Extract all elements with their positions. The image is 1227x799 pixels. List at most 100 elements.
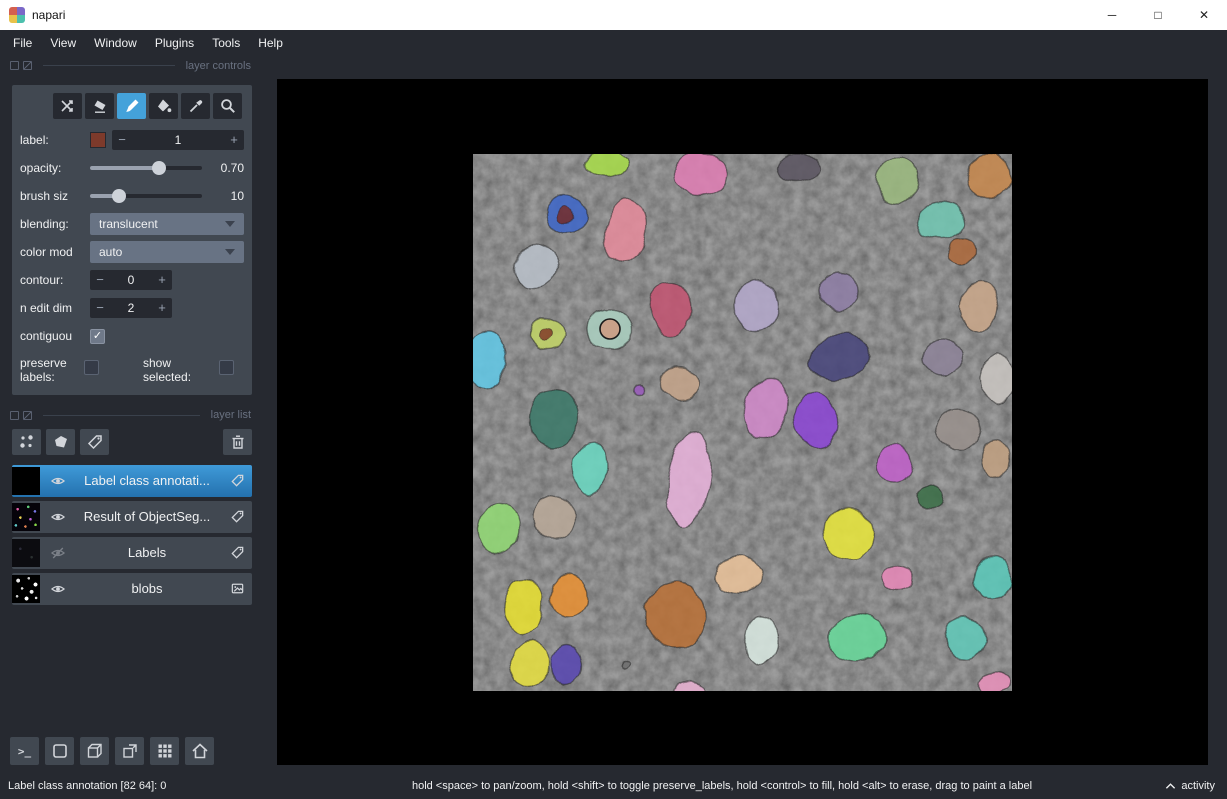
status-coordinates: Label class annotation [82 64]: 0 (8, 780, 166, 792)
label-value[interactable]: 1 (132, 133, 224, 147)
cube-icon (85, 741, 105, 761)
n-edit-dim-decrement-button[interactable]: − (90, 298, 110, 318)
activity-button[interactable]: activity (1165, 780, 1215, 792)
menu-window[interactable]: Window (85, 32, 146, 54)
segmented-blob (960, 281, 998, 331)
contiguous-checkbox[interactable] (90, 329, 105, 344)
label-increment-button[interactable]: + (224, 130, 244, 150)
segmented-blob (923, 340, 963, 374)
color-mode-dropdown[interactable]: auto (90, 241, 244, 263)
layer-row-2[interactable]: Labels (12, 537, 252, 569)
window-title: napari (32, 8, 65, 22)
home-reset-view-button[interactable] (185, 737, 214, 765)
segmented-blob (505, 579, 543, 633)
label-spinbox[interactable]: − 1 + (112, 130, 244, 150)
segmented-blob (585, 154, 627, 177)
opacity-slider[interactable] (90, 158, 202, 178)
grid-view-button[interactable] (150, 737, 179, 765)
brush-size-slider[interactable] (90, 186, 202, 206)
layer-visibility-toggle[interactable] (44, 509, 72, 525)
layer-row-3[interactable]: blobs (12, 573, 252, 605)
segmented-blob (775, 154, 819, 182)
segmented-blob (550, 646, 582, 684)
tag-icon (230, 473, 245, 488)
tool-pan-zoom[interactable] (213, 93, 242, 119)
maximize-button[interactable]: □ (1135, 0, 1181, 30)
n-edit-dim-value[interactable]: 2 (110, 301, 152, 315)
new-points-layer-button[interactable] (12, 429, 41, 455)
viewer-buttons: >_ (0, 737, 277, 772)
contour-spinbox[interactable]: − 0 + (90, 270, 172, 290)
contour-increment-button[interactable]: + (152, 270, 172, 290)
menu-file[interactable]: File (4, 32, 41, 54)
tag-icon (86, 433, 104, 451)
layer-name: blobs (72, 581, 222, 596)
tool-color-picker[interactable] (181, 93, 210, 119)
contour-decrement-button[interactable]: − (90, 270, 110, 290)
dock-float-icon[interactable] (10, 61, 19, 70)
delete-layer-button[interactable] (223, 429, 252, 455)
home-icon (190, 741, 210, 761)
label-color-swatch[interactable] (90, 132, 106, 148)
menu-plugins[interactable]: Plugins (146, 32, 203, 54)
show-selected-checkbox[interactable] (219, 360, 234, 375)
close-button[interactable]: ✕ (1181, 0, 1227, 30)
menu-tools[interactable]: Tools (203, 32, 249, 54)
console-icon: >_ (18, 745, 31, 758)
layer-visibility-toggle[interactable] (44, 581, 72, 597)
segmented-blob (977, 672, 1011, 691)
image-layer-type-icon (222, 581, 252, 596)
menu-bar: File View Window Plugins Tools Help (0, 30, 1227, 55)
tool-shuffle-colors[interactable] (53, 93, 82, 119)
paintbrush-icon (123, 97, 141, 115)
segmented-blob (945, 617, 987, 659)
layer-row-1[interactable]: Result of ObjectSeg... (12, 501, 252, 533)
opacity-slider-handle[interactable] (152, 161, 166, 175)
chevron-down-icon (225, 221, 235, 227)
new-shapes-layer-button[interactable] (46, 429, 75, 455)
tool-eraser[interactable] (85, 93, 114, 119)
n-edit-dim-spinbox[interactable]: − 2 + (90, 298, 172, 318)
menu-view[interactable]: View (41, 32, 85, 54)
new-labels-layer-button[interactable] (80, 429, 109, 455)
blending-row: blending: translucent (20, 210, 244, 238)
menu-help[interactable]: Help (249, 32, 292, 54)
transpose-dimensions-button[interactable] (115, 737, 144, 765)
preserve-labels-checkbox[interactable] (84, 360, 99, 375)
dock-float-icon[interactable] (10, 411, 19, 420)
layer-controls-header: layer controls (0, 55, 277, 73)
brush-size-slider-handle[interactable] (112, 189, 126, 203)
label-decrement-button[interactable]: − (112, 130, 132, 150)
segmented-blob (534, 497, 576, 539)
tool-fill-bucket[interactable] (149, 93, 178, 119)
console-button[interactable]: >_ (10, 737, 39, 765)
n-edit-dim-increment-button[interactable]: + (152, 298, 172, 318)
dock-menu-icon[interactable] (23, 61, 32, 70)
segmented-blob (980, 440, 1012, 478)
eye-hidden-icon (50, 545, 66, 561)
preserve-labels-caption: preserve labels: (20, 356, 84, 385)
contour-value[interactable]: 0 (110, 273, 152, 287)
roll-dimensions-button[interactable] (80, 737, 109, 765)
segmented-blob (530, 390, 578, 448)
layer-thumbnail (12, 503, 40, 531)
segmented-blob (917, 203, 965, 239)
napari-window: napari ─ □ ✕ File View Window Plugins To… (0, 0, 1227, 799)
viewer-canvas[interactable] (277, 79, 1208, 765)
status-bar: Label class annotation [82 64]: 0 hold <… (0, 772, 1227, 799)
dock-menu-icon[interactable] (23, 411, 32, 420)
ndisplay-toggle-button[interactable] (45, 737, 74, 765)
segmented-blob (715, 556, 763, 594)
blending-dropdown[interactable]: translucent (90, 213, 244, 235)
layer-visibility-toggle[interactable] (44, 473, 72, 489)
eraser-icon (91, 97, 109, 115)
tool-paintbrush[interactable] (117, 93, 146, 119)
segmented-blob (918, 486, 942, 510)
canvas-image[interactable] (473, 154, 1012, 691)
layer-list-buttons (12, 429, 252, 455)
layer-row-0[interactable]: Label class annotati... (12, 465, 252, 497)
layer-visibility-toggle[interactable] (44, 545, 72, 561)
minimize-button[interactable]: ─ (1089, 0, 1135, 30)
layer-controls-title: layer controls (186, 60, 251, 72)
transpose-icon (120, 741, 140, 761)
